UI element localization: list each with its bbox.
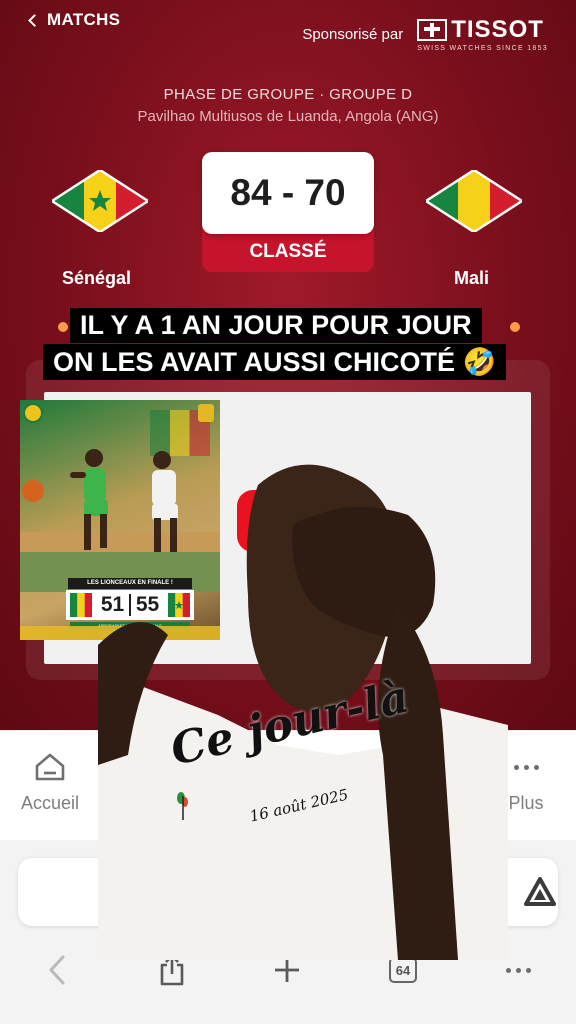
more-dots-icon <box>513 764 539 770</box>
home-team-name[interactable]: Sénégal <box>62 268 131 289</box>
mali-flag-icon <box>426 170 522 232</box>
caption-line-1: IL Y A 1 AN JOUR POUR JOUR <box>70 308 482 343</box>
home-icon <box>35 753 65 781</box>
senegal-flag-icon <box>52 170 148 232</box>
live-dot-icon <box>510 322 520 332</box>
mali-flag-small-icon <box>70 593 92 617</box>
triangle-logo-icon[interactable] <box>524 876 556 908</box>
sponsor-brand: TISSOT <box>451 16 544 43</box>
tissot-cross-icon <box>417 19 448 41</box>
away-team-name[interactable]: Mali <box>454 268 489 289</box>
match-status-badge: CLASSÉ <box>202 228 374 272</box>
sponsor-tagline: SWISS WATCHES SINCE 1853 <box>417 45 548 52</box>
back-to-matchs-button[interactable]: MATCHS <box>28 10 121 30</box>
match-phase: PHASE DE GROUPE · GROUPE D <box>163 86 413 103</box>
tournament-badge-icon <box>198 404 214 422</box>
nav-home-label: Accueil <box>20 793 80 813</box>
butterfly-icon <box>177 792 188 820</box>
federation-badge-icon <box>23 403 43 423</box>
more-dots-icon <box>505 967 531 973</box>
tab-count: 64 <box>389 957 417 983</box>
sponsor-text: Sponsorisé par <box>302 25 404 43</box>
chevron-left-icon <box>28 14 41 27</box>
tissot-logo[interactable]: TISSOT SWISS WATCHES SINCE 1853 <box>417 16 548 52</box>
basketball-icon <box>22 480 44 502</box>
caption-line-2: ON LES AVAIT AUSSI CHICOTÉ 🤣 <box>43 344 507 380</box>
browser-back-button[interactable] <box>37 950 77 990</box>
back-label: MATCHS <box>47 10 121 29</box>
sponsor-block: Sponsorisé par TISSOT SWISS WATCHES SINC… <box>302 16 548 52</box>
match-score: 84 - 70 <box>202 152 374 234</box>
chevron-left-icon <box>49 955 65 985</box>
live-dot-icon <box>58 322 68 332</box>
nav-more-label: Plus <box>508 793 544 813</box>
nav-home[interactable]: Accueil <box>0 749 100 814</box>
match-venue: Pavilhao Multiusos de Luanda, Angola (AN… <box>137 108 439 125</box>
